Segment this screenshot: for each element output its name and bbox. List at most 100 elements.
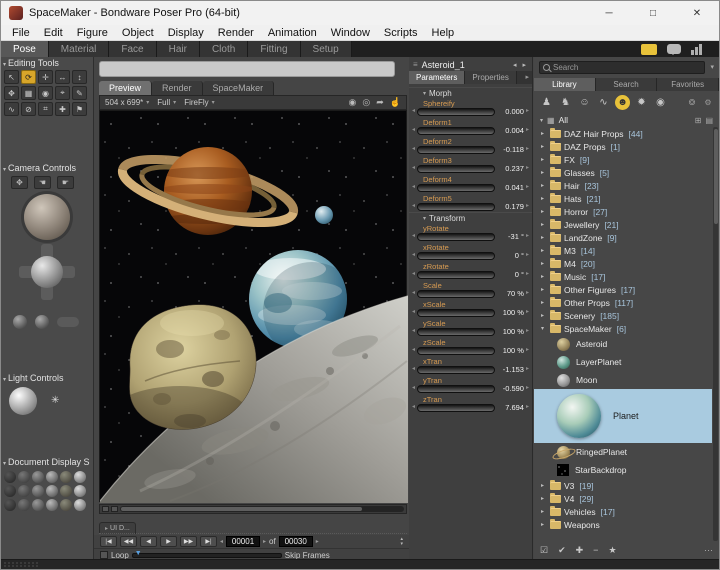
room-tab-pose[interactable]: Pose: [1, 41, 49, 57]
menu-object[interactable]: Object: [115, 27, 161, 39]
param-dial[interactable]: [417, 108, 495, 116]
library-folder[interactable]: ▸Horror[27]: [534, 205, 712, 218]
dial-right-arrow[interactable]: ▸: [526, 308, 529, 317]
room-tab-setup[interactable]: Setup: [301, 41, 352, 57]
param-dial[interactable]: [417, 404, 495, 412]
library-scrollbar[interactable]: [713, 127, 718, 541]
add-item-icon[interactable]: ✚: [576, 545, 584, 556]
timeline-spinner[interactable]: ▴▾: [400, 537, 403, 547]
tab-render[interactable]: Render: [152, 81, 203, 95]
menu-edit[interactable]: Edit: [37, 27, 70, 39]
hair-category-icon[interactable]: ∿: [596, 95, 611, 110]
timeline-scrubber[interactable]: ▼: [132, 553, 282, 558]
panel-expand-icon[interactable]: ▸: [525, 71, 532, 84]
param-value[interactable]: 0.004: [497, 126, 524, 135]
param-value[interactable]: -1.153: [497, 365, 524, 374]
menu-render[interactable]: Render: [211, 27, 261, 39]
dial-right-arrow[interactable]: ▸: [526, 183, 529, 192]
more-options-icon[interactable]: ⋯: [704, 545, 713, 556]
section-camera-controls[interactable]: ▾Camera Controls: [3, 163, 93, 173]
color-tool-icon[interactable]: ⌖: [55, 86, 70, 100]
param-value[interactable]: 0 °: [497, 251, 524, 260]
library-folder[interactable]: ▸LandZone[9]: [534, 231, 712, 244]
pan-hand-icon[interactable]: ☝: [390, 97, 401, 108]
room-tab-face[interactable]: Face: [109, 41, 156, 57]
param-dial[interactable]: [417, 146, 495, 154]
library-item-layerplanet[interactable]: LayerPlanet: [534, 353, 712, 371]
room-tab-cloth[interactable]: Cloth: [200, 41, 248, 57]
tracking-dropdown[interactable]: Full▾: [157, 98, 176, 107]
viewport-3d[interactable]: [99, 110, 407, 502]
snapshot-icon[interactable]: ◎: [362, 97, 370, 108]
param-dial[interactable]: [417, 309, 495, 317]
panel-menu-icon[interactable]: ≡: [413, 60, 418, 69]
library-item-moon[interactable]: Moon: [534, 371, 712, 389]
translate-x-tool-icon[interactable]: ↔: [55, 70, 70, 84]
taper-tool-icon[interactable]: ▦: [21, 86, 36, 100]
dial-left-arrow[interactable]: ◂: [412, 202, 415, 211]
library-folder[interactable]: ▸Scenery[185]: [534, 309, 712, 322]
library-folder[interactable]: ▸Other Figures[17]: [534, 283, 712, 296]
tab-library[interactable]: Library: [534, 78, 596, 91]
menu-file[interactable]: File: [5, 27, 37, 39]
loop-checkbox[interactable]: [100, 551, 108, 559]
dial-left-arrow[interactable]: ◂: [412, 183, 415, 192]
param-value[interactable]: 7.694: [497, 403, 524, 412]
param-dial[interactable]: [417, 203, 495, 211]
display-style-ball[interactable]: [74, 499, 86, 511]
dial-right-arrow[interactable]: ▸: [526, 403, 529, 412]
flag-tool-icon[interactable]: ⚑: [72, 102, 87, 116]
export-icon[interactable]: ➦: [376, 97, 384, 108]
add-tool-icon[interactable]: ✚: [55, 102, 70, 116]
horizontal-scrollbar[interactable]: [120, 506, 404, 512]
play-button[interactable]: ▶: [160, 536, 177, 547]
param-dial[interactable]: [417, 366, 495, 374]
display-style-ball[interactable]: [32, 471, 44, 483]
section-light-controls[interactable]: ▾Light Controls: [3, 373, 93, 383]
scripts-category-icon[interactable]: ⚙: [702, 95, 714, 110]
scrollbar-thumb[interactable]: [121, 507, 362, 511]
translate-y-tool-icon[interactable]: ↕: [72, 70, 87, 84]
minimize-button[interactable]: ─: [587, 1, 631, 25]
dial-left-arrow[interactable]: ◂: [412, 308, 415, 317]
display-style-ball[interactable]: [32, 499, 44, 511]
first-frame-button[interactable]: |◀: [100, 536, 117, 547]
section-editing-tools[interactable]: ▾Editing Tools: [3, 58, 93, 68]
dial-left-arrow[interactable]: ◂: [412, 270, 415, 279]
tab-preview[interactable]: Preview: [99, 81, 152, 95]
twist-tool-icon[interactable]: ⟳: [21, 70, 36, 84]
library-folder[interactable]: ▸Jewellery[21]: [534, 218, 712, 231]
chain-break-tool-icon[interactable]: ◉: [38, 86, 53, 100]
menu-display[interactable]: Display: [161, 27, 211, 39]
library-folder[interactable]: ▸V4[29]: [534, 492, 712, 505]
camera-trackball[interactable]: [28, 253, 66, 291]
actor-nav-arrows[interactable]: ◂ ▸: [513, 61, 528, 69]
library-folder[interactable]: ▸Vehicles[17]: [534, 505, 712, 518]
param-value[interactable]: 100 %: [497, 308, 524, 317]
poses-category-icon[interactable]: ♞: [558, 95, 573, 110]
total-frames-field[interactable]: 00030: [279, 536, 313, 547]
tab-search[interactable]: Search: [596, 78, 658, 91]
library-folder[interactable]: ▸Hair[23]: [534, 179, 712, 192]
fast-forward-button[interactable]: ▶▶: [180, 536, 197, 547]
frame-decrement[interactable]: ◂: [220, 538, 223, 545]
menu-window[interactable]: Window: [324, 27, 377, 39]
total-increment[interactable]: ▸: [316, 538, 319, 545]
display-style-ball[interactable]: [74, 471, 86, 483]
remove-item-icon[interactable]: −: [593, 545, 598, 555]
dial-right-arrow[interactable]: ▸: [526, 107, 529, 116]
frame-increment[interactable]: ▸: [263, 538, 266, 545]
library-folder[interactable]: ▸M4[20]: [534, 257, 712, 270]
dial-right-arrow[interactable]: ▸: [526, 202, 529, 211]
stats-icon[interactable]: [691, 44, 705, 55]
drag-handle[interactable]: [4, 562, 38, 568]
lights-category-icon[interactable]: ✹: [634, 95, 649, 110]
tab-properties[interactable]: Properties: [465, 71, 516, 84]
param-dial[interactable]: [417, 165, 495, 173]
param-dial[interactable]: [417, 184, 495, 192]
maximize-button[interactable]: □: [631, 1, 675, 25]
display-style-ball[interactable]: [46, 471, 58, 483]
scrollbar-thumb[interactable]: [714, 129, 718, 224]
library-folder-spacemaker[interactable]: ▾SpaceMaker[6]: [534, 322, 712, 335]
dial-right-arrow[interactable]: ▸: [526, 270, 529, 279]
